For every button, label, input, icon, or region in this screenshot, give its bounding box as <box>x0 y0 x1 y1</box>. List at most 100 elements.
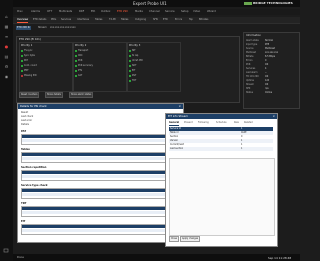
check-row[interactable]: TDT <box>129 79 136 82</box>
grid-icon[interactable]: ▦ <box>3 24 10 29</box>
info-value: 12d <box>265 79 270 82</box>
priority-header: Priority 3 <box>129 44 141 47</box>
sub-tab[interactable]: SFN <box>153 18 158 22</box>
info-key: Alarm state <box>246 39 259 42</box>
sub-tab[interactable]: T2-MI <box>109 18 116 22</box>
nav-tab[interactable]: Multicasts <box>59 10 72 14</box>
check-row[interactable]: PAT <box>21 59 28 62</box>
check-row[interactable]: Cont. count <box>21 64 37 67</box>
sub-tab[interactable]: ETR details <box>33 18 46 22</box>
check-row[interactable]: SI rep <box>129 54 138 57</box>
info-value: 4 <box>265 67 267 70</box>
nav-tab[interactable]: Service <box>165 10 175 14</box>
info-key: PCR <box>246 63 251 66</box>
eit-tab[interactable]: Following <box>198 121 209 125</box>
nav-tab[interactable]: Media <box>135 10 143 14</box>
user-icon[interactable]: ◉ <box>3 74 10 79</box>
check-row[interactable]: CAT <box>75 74 82 77</box>
table-row: Last section 1 <box>169 147 273 151</box>
check-row[interactable]: RST <box>129 74 136 77</box>
gear-icon[interactable]: ⚙ <box>3 64 10 69</box>
close-icon[interactable]: × <box>178 104 181 108</box>
sub-tab[interactable]: Bitrates <box>199 18 208 22</box>
sub-tab[interactable]: ETR <box>163 18 168 22</box>
show-alarm-status-button[interactable]: Show alarm status <box>69 92 94 98</box>
status-ok-icon <box>75 59 77 62</box>
nav-tab[interactable]: Prev <box>17 10 23 14</box>
home-icon[interactable]: ⌂ <box>3 14 10 19</box>
check-row[interactable]: PCR <box>75 59 82 62</box>
sub-tab[interactable]: Tables <box>121 18 128 22</box>
check-label: Transport <box>78 49 89 52</box>
show-details-button[interactable]: Show details <box>45 92 63 98</box>
eit-tab[interactable]: Schedule <box>216 121 227 125</box>
etr-filter-pill[interactable]: ETR 290 Ib <box>16 26 31 30</box>
check-label: NIT <box>132 49 136 52</box>
logout-icon[interactable] <box>3 248 10 253</box>
etr290-panel: ETR 290 (EI 101) Priority 1 TS sync Sync… <box>16 36 240 103</box>
table-row <box>22 174 180 178</box>
close-icon[interactable]: × <box>272 114 275 118</box>
check-row[interactable]: TS sync <box>21 49 32 52</box>
info-key: Errors <box>246 59 253 62</box>
alarm-icon[interactable]: ● <box>3 44 10 49</box>
info-key: Services <box>246 67 256 70</box>
sub-tab[interactable]: Outgoing <box>135 18 146 22</box>
status-ok-icon <box>21 49 23 52</box>
sub-tab[interactable]: Services <box>61 18 71 22</box>
psi-field-label: Last check <box>21 115 34 118</box>
eit-tab[interactable]: Present <box>184 121 193 125</box>
sub-tab-active[interactable]: Overview <box>17 18 29 23</box>
eit-tab-active[interactable]: General <box>169 121 180 126</box>
check-row[interactable]: SDT <box>129 64 136 67</box>
status-ok-icon <box>129 69 131 72</box>
table-row <box>22 228 180 232</box>
nav-tab[interactable]: Wizard <box>207 10 216 14</box>
check-label: Cont. count <box>24 64 37 67</box>
nav-tab[interactable]: RDF <box>79 10 84 14</box>
apply-changes-button[interactable]: Apply changes <box>180 236 201 242</box>
check-row[interactable]: Transport <box>75 49 88 52</box>
close-button[interactable]: Close <box>169 236 179 242</box>
psi-section-title: Service type check <box>21 184 48 187</box>
status-ok-icon <box>129 74 131 77</box>
sub-tab[interactable]: PIDs <box>51 18 56 22</box>
nav-tab-active[interactable]: ETR 290 <box>117 10 128 14</box>
check-row[interactable]: NIT <box>129 49 136 52</box>
check-row[interactable]: CRC <box>75 54 82 57</box>
check-row[interactable]: PMT <box>21 69 29 72</box>
nav-tab[interactable]: Video <box>193 10 200 14</box>
check-row[interactable]: EIT <box>129 69 135 72</box>
eit-tab[interactable]: Related <box>244 121 253 125</box>
status-ok-icon <box>75 54 77 57</box>
list-icon[interactable]: ≡ <box>3 34 10 39</box>
chart-icon[interactable]: ▤ <box>3 54 10 59</box>
nav-tab[interactable]: Alarms <box>31 10 40 14</box>
check-row[interactable]: PCR accuracy <box>75 64 93 67</box>
sub-tab[interactable]: Tsp <box>189 18 193 22</box>
sub-tab[interactable]: Tables <box>95 18 102 22</box>
pat-table <box>21 134 181 145</box>
status-ok-icon <box>21 54 23 57</box>
nav-tab[interactable]: Outbox <box>101 10 110 14</box>
nav-tab[interactable]: Setup <box>181 10 189 14</box>
app-window: ⌂ ▦ ≡ ● ▤ ⚙ ◉ Expert Probe UI1 BRIDGE TE… <box>0 0 300 261</box>
nav-tab[interactable]: Eth <box>91 10 95 14</box>
check-label: Unref. PID <box>132 59 143 62</box>
sub-tab[interactable]: Interfaces <box>77 18 89 22</box>
table-row <box>22 210 180 214</box>
info-value: 8.5 Mbps <box>265 55 275 58</box>
nav-tab[interactable]: OTT <box>47 10 52 14</box>
check-row[interactable]: Unref. PID <box>129 59 143 62</box>
reset-counters-button[interactable]: Reset counters <box>19 92 40 98</box>
priority-header: Priority 2 <box>75 44 87 47</box>
info-key: TR 101 290 <box>246 75 259 78</box>
eit-tab[interactable]: Raw <box>234 121 239 125</box>
check-row[interactable]: Sync byte <box>21 54 35 57</box>
nav-tab[interactable]: Channel <box>149 10 160 14</box>
psi-details-dialog: Details for PSI check × Result Last chec… <box>17 103 184 243</box>
info-value: n/a <box>265 87 269 90</box>
sub-tab[interactable]: Errors <box>175 18 182 22</box>
check-row[interactable]: PTS <box>75 69 82 72</box>
check-row[interactable]: Missing PID <box>21 74 37 77</box>
